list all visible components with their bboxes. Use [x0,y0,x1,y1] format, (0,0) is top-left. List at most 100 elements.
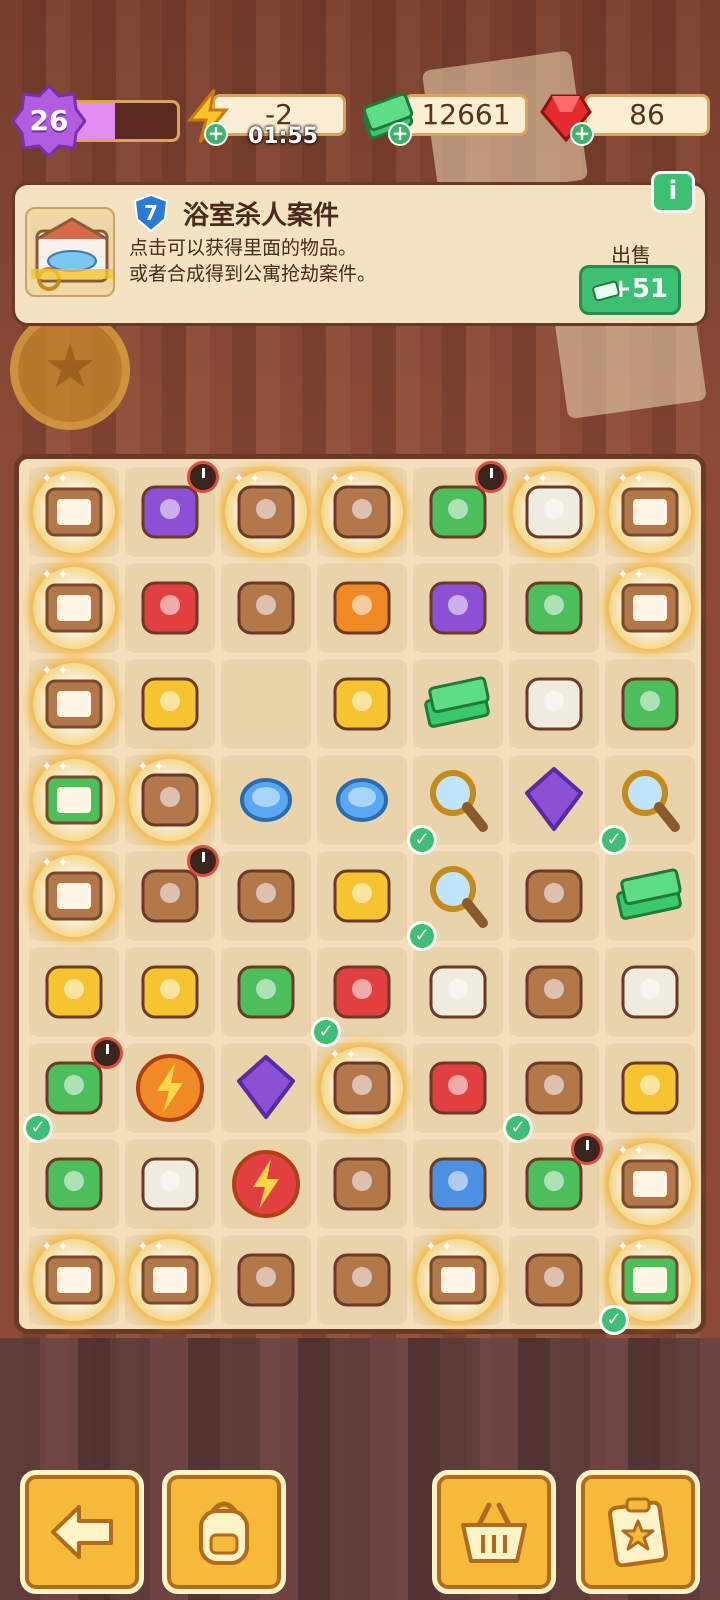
board-cell[interactable] [29,467,119,557]
item-description: 点击可以获得里面的物品。 或者合成得到公寓抢劫案件。 [129,237,377,285]
board-cell[interactable] [413,563,503,653]
board-cell[interactable] [317,1139,407,1229]
back-button[interactable] [20,1470,144,1594]
board-cell[interactable] [317,755,407,845]
clipboard-star-icon [607,1497,669,1567]
board-cell[interactable] [605,1043,695,1133]
board-cell[interactable] [221,563,311,653]
cash-value: 12661 [421,98,511,131]
board-cell[interactable] [125,461,219,557]
board-cell[interactable] [413,947,503,1037]
lamp-figure-icon [333,1061,391,1115]
board-cell[interactable] [605,467,695,557]
cookie-icon [525,965,583,1019]
timer-clock-icon [91,1037,123,1069]
board-cell[interactable] [509,1235,599,1325]
board-cell[interactable] [29,563,119,653]
board-cell[interactable] [221,659,311,749]
sell-button[interactable]: +51 [579,265,681,315]
board-cell[interactable] [125,947,215,1037]
board-cell[interactable] [221,1043,311,1133]
check-badge-icon: ✓ [599,825,629,855]
basket-icon [461,1502,527,1563]
board-cell[interactable] [125,755,215,845]
board-cell[interactable] [509,467,599,557]
purple-blob-icon [237,1055,295,1119]
board-cell[interactable] [125,845,219,941]
board-cell[interactable] [605,947,695,1037]
board-cell[interactable] [317,467,407,557]
level-indicator[interactable]: 26 [12,84,180,158]
add-gem-button[interactable]: + [570,122,594,146]
timer-clock-icon [475,461,507,493]
photo-icon [237,581,295,635]
board-cell[interactable] [29,1139,119,1229]
board-cell[interactable] [221,467,311,557]
green-broom-icon [525,581,583,635]
board-cell[interactable] [29,851,119,941]
board-cell[interactable] [317,563,407,653]
sunglasses-icon [429,965,487,1019]
board-cell[interactable] [413,1235,503,1325]
green-mop-icon [45,1157,103,1211]
board-cell[interactable] [29,659,119,749]
board-cell[interactable] [605,1139,695,1229]
board-cell[interactable] [29,1235,119,1325]
board-cell[interactable] [221,1139,311,1229]
energy-timer: 01:55 [248,124,319,149]
purple-scooter-icon [429,581,487,635]
board-cell[interactable] [605,563,695,653]
board-cell[interactable] [221,947,311,1037]
board-cell[interactable] [317,1235,407,1325]
board-cell[interactable] [125,1235,215,1325]
board-cell[interactable] [125,1139,215,1229]
basket-button[interactable] [432,1470,556,1594]
board-cell[interactable]: ✓ [311,947,407,1047]
board-cell[interactable] [605,659,695,749]
board-cell[interactable] [413,1139,503,1229]
check-badge-icon: ✓ [599,1305,629,1335]
red-toolbox-icon [141,581,199,635]
board-cell[interactable] [413,1043,503,1133]
tasks-button[interactable] [576,1470,700,1594]
board-cell[interactable]: ✓ [407,755,503,855]
backpack-button[interactable] [162,1470,286,1594]
board-cell[interactable] [413,659,503,749]
board-cell[interactable] [509,1133,603,1229]
board-cell[interactable]: ✓ [599,755,695,855]
board-cell[interactable] [221,851,311,941]
board-cell[interactable] [317,659,407,749]
board-cell[interactable] [509,947,599,1037]
caution-tape-icon [333,869,391,923]
cash-counter[interactable]: 12661 [404,94,528,136]
board-cell[interactable] [509,755,599,845]
board-cell[interactable] [509,563,599,653]
board-cell[interactable] [125,1043,215,1133]
board-cell[interactable]: ✓ [23,1037,123,1143]
board-cell[interactable]: ✓ [599,1235,695,1335]
board-cell[interactable] [509,851,599,941]
board-cell[interactable]: ✓ [503,1043,599,1143]
board-cell[interactable] [221,1235,311,1325]
info-button[interactable]: i [651,171,695,213]
board-cell[interactable] [125,659,215,749]
board-cell[interactable] [509,659,599,749]
board-cell[interactable]: ✓ [407,851,503,951]
board-cell[interactable] [317,851,407,941]
board-cell[interactable] [413,461,507,557]
rolled-bag-icon [237,1253,295,1307]
board-cell[interactable] [221,755,311,845]
add-energy-button[interactable]: + [204,122,228,146]
board-cell[interactable] [29,755,119,845]
check-badge-icon: ✓ [407,825,437,855]
check-badge-icon: ✓ [503,1113,533,1143]
board-cell[interactable] [317,1043,407,1133]
board-cell[interactable] [125,563,215,653]
add-cash-button[interactable]: + [388,122,412,146]
item-info-panel: 7 浴室杀人案件 点击可以获得里面的物品。 或者合成得到公寓抢劫案件。 出售 +… [12,171,708,326]
board-cell[interactable] [29,947,119,1037]
gem-counter[interactable]: 86 [584,94,710,136]
window-case-icon [45,1255,103,1305]
back-arrow-icon [51,1505,113,1559]
board-cell[interactable] [605,851,695,941]
